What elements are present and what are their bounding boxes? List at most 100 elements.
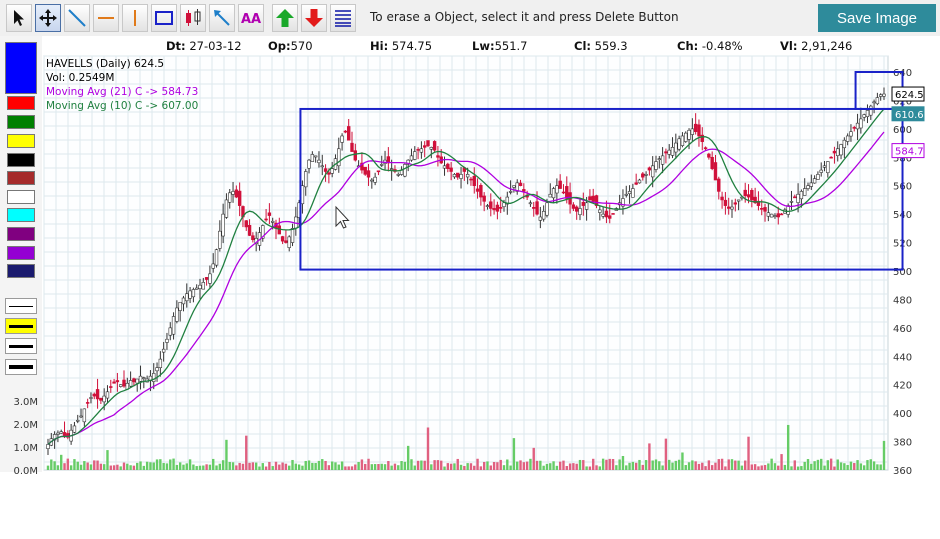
- candle-body: [806, 185, 810, 189]
- candle-body: [62, 432, 67, 437]
- volume-bar: [720, 458, 724, 470]
- volume-bar: [142, 465, 146, 470]
- volume-bar: [492, 461, 496, 470]
- y-tick-label: 440: [893, 352, 912, 363]
- candle-body: [773, 215, 777, 217]
- volume-bar: [380, 463, 383, 470]
- candle-body: [188, 290, 192, 299]
- volume-bar: [661, 465, 664, 470]
- candle-body: [376, 170, 381, 173]
- volume-bar: [615, 465, 618, 470]
- candle-body: [726, 206, 731, 209]
- candle-body: [819, 169, 823, 173]
- volume-bar: [773, 463, 777, 470]
- candle-body: [112, 381, 116, 384]
- candle-body: [426, 140, 430, 147]
- volume-bar: [397, 465, 400, 470]
- candle-body: [684, 132, 688, 142]
- candle-body: [677, 138, 681, 150]
- candle-body: [637, 179, 642, 184]
- candle-body: [674, 142, 678, 153]
- volume-bar: [519, 460, 522, 470]
- volume-bar: [862, 465, 866, 470]
- candle-body: [812, 178, 817, 184]
- candle-body: [135, 378, 139, 384]
- candle-body: [82, 408, 87, 423]
- candle-body: [836, 148, 840, 157]
- volume-bar: [839, 462, 843, 470]
- volume-bar: [724, 466, 727, 470]
- volume-bar: [433, 460, 436, 470]
- candle-body: [634, 182, 638, 185]
- volume-bar: [479, 466, 483, 470]
- volume-bar: [532, 447, 535, 470]
- volume-bar: [96, 460, 99, 470]
- candle-body: [763, 207, 767, 212]
- candle-body: [46, 444, 50, 449]
- candle-body: [660, 155, 665, 165]
- candle-body: [317, 159, 321, 164]
- volume-bar: [383, 464, 387, 470]
- volume-bar: [364, 463, 367, 470]
- volume-bar: [436, 460, 440, 470]
- volume-bar: [592, 458, 595, 470]
- volume-bar: [562, 460, 565, 470]
- volume-bar: [829, 458, 833, 470]
- volume-bar: [152, 462, 155, 470]
- volume-bar: [489, 465, 492, 470]
- candle-body: [822, 165, 827, 168]
- volume-bar: [416, 460, 420, 470]
- candle-body: [221, 213, 225, 237]
- volume-bar: [806, 459, 810, 470]
- candle-body: [485, 205, 490, 207]
- volume-bar: [644, 460, 648, 470]
- volume-bar: [542, 465, 545, 470]
- candle-body: [419, 148, 424, 153]
- candle-body: [641, 173, 645, 178]
- candle-body: [839, 144, 843, 156]
- volume-bar: [648, 443, 651, 470]
- volume-tick-label: 0.0M: [13, 466, 38, 477]
- volume-bar: [625, 465, 628, 470]
- volume-bar: [714, 462, 717, 470]
- volume-bar: [859, 463, 863, 470]
- candle-body: [528, 202, 533, 205]
- candle-body: [231, 191, 235, 195]
- volume-bar: [109, 465, 112, 470]
- volume-bar: [466, 463, 469, 470]
- volume-bar: [69, 465, 73, 470]
- candle-body: [204, 277, 209, 280]
- y-tick-label: 360: [893, 466, 912, 477]
- volume-bar: [502, 465, 506, 470]
- volume-bar: [849, 461, 853, 470]
- candle-body: [558, 180, 562, 189]
- legend-ma21: Moving Avg (21) C -> 584.73: [46, 86, 199, 98]
- candle-body: [710, 156, 714, 169]
- volume-bar: [568, 463, 572, 470]
- price-tag-label: 610.6: [895, 110, 924, 121]
- volume-bar: [311, 462, 314, 470]
- volume-bar: [330, 461, 334, 470]
- volume-bar: [456, 458, 459, 470]
- candle-body: [446, 163, 450, 169]
- legend-symbol: HAVELLS (Daily) 624.5: [46, 58, 165, 70]
- candle-body: [713, 162, 718, 181]
- volume-tick-label: 3.0M: [13, 397, 38, 408]
- candle-body: [89, 397, 93, 399]
- candle-body: [59, 431, 63, 434]
- volume-bar: [403, 461, 407, 470]
- volume-bar: [628, 462, 631, 470]
- candle-body: [56, 432, 60, 435]
- volume-bar: [545, 463, 549, 470]
- volume-bar: [350, 466, 354, 470]
- candle-body: [802, 188, 807, 196]
- candle-body: [852, 127, 856, 129]
- candle-body: [214, 249, 219, 266]
- volume-bar: [208, 464, 212, 470]
- candle-body: [122, 379, 126, 387]
- volume-bar: [106, 450, 109, 470]
- volume-bar: [453, 463, 456, 470]
- volume-bar: [281, 462, 284, 470]
- candle-body: [244, 220, 248, 228]
- volume-bar: [264, 466, 268, 470]
